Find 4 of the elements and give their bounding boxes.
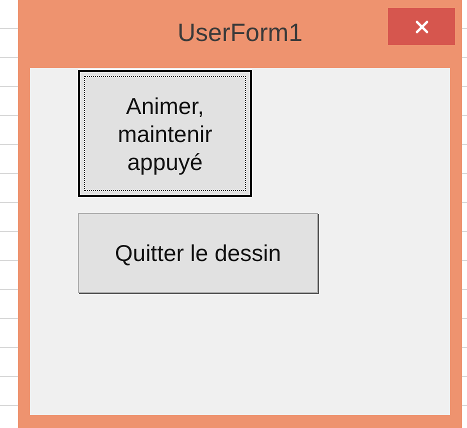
form-button[interactable]: Quitter le dessin (78, 213, 318, 293)
form-button[interactable]: Animer, maintenir appuyé (78, 70, 252, 197)
window-title: UserForm1 (177, 18, 302, 50)
close-button[interactable] (388, 8, 455, 45)
